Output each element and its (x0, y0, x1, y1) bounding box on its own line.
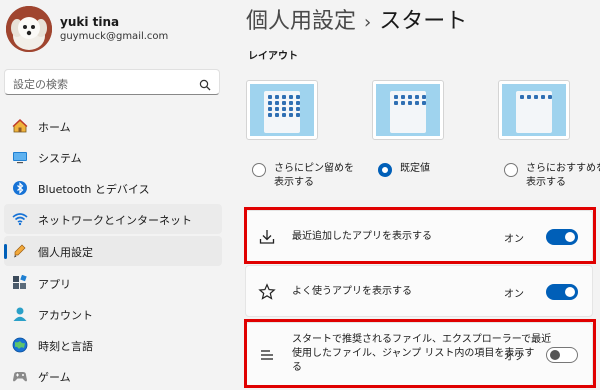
toggle-switch[interactable] (546, 229, 578, 245)
toggle-switch[interactable] (546, 284, 578, 300)
breadcrumb-parent[interactable]: 個人用設定 (246, 9, 356, 34)
sidebar-item-personalization[interactable]: 個人用設定 (4, 236, 222, 266)
section-label-layout: レイアウト (248, 51, 298, 62)
sidebar-item-home[interactable]: ホーム (4, 111, 222, 141)
setting-label: 最近追加したアプリを表示する (292, 231, 432, 242)
radio-label: 既定値 (400, 163, 430, 174)
sidebar-item-label: 個人用設定 (38, 246, 93, 259)
account-icon (12, 306, 28, 322)
sidebar-item-network[interactable]: ネットワークとインターネット (4, 204, 222, 234)
radio-button[interactable] (504, 163, 518, 177)
search-input[interactable]: 設定の検索 (4, 69, 220, 95)
thumb-screen (250, 84, 314, 136)
layout-thumb-default[interactable] (372, 80, 444, 140)
sidebar-item-account[interactable]: アカウント (4, 299, 222, 329)
radio-button[interactable] (252, 163, 266, 177)
radio-button[interactable] (378, 163, 392, 177)
sidebar-item-label: アカウント (38, 309, 93, 322)
home-icon (12, 118, 28, 134)
apps-icon (12, 274, 28, 291)
personalization-icon (12, 243, 28, 259)
thumb-start-panel (264, 91, 300, 133)
layout-thumb-more-recommendations[interactable] (498, 80, 570, 140)
toggle-state-text: オン (504, 234, 524, 245)
user-email: guymuck@gmail.com (60, 31, 169, 42)
toggle-state-text: オフ (504, 352, 524, 363)
sidebar-item-apps[interactable]: アプリ (4, 268, 222, 298)
network-icon (12, 211, 28, 227)
avatar[interactable] (6, 6, 52, 52)
toggle-switch[interactable] (546, 347, 578, 363)
breadcrumb-separator: › (364, 12, 372, 33)
setting-label: よく使うアプリを表示する (292, 286, 412, 297)
setting-recently-added-apps: 最近追加したアプリを表示する オン (245, 210, 593, 262)
main-content: 個人用設定 › スタート レイアウト さらにピン留めを 表示する 既定値 さらに… (226, 0, 600, 390)
radio-label: さらにピン留めを 表示する (274, 163, 354, 188)
search-placeholder: 設定の検索 (13, 78, 68, 91)
breadcrumb: 個人用設定 › スタート (246, 3, 467, 35)
sidebar-item-label: アプリ (38, 278, 71, 291)
layout-thumb-more-pins[interactable] (246, 80, 318, 140)
radio-label: さらにおすすめを 表示する (526, 163, 600, 188)
toggle-knob (565, 232, 575, 242)
sidebar-item-label: 時刻と言語 (38, 340, 93, 353)
system-icon (12, 149, 28, 165)
download-icon (258, 228, 276, 246)
bluetooth-icon (12, 180, 28, 196)
sidebar-item-label: Bluetooth とデバイス (38, 183, 150, 196)
selected-indicator (4, 244, 7, 259)
sidebar-item-label: ゲーム (38, 371, 71, 384)
gaming-icon (12, 368, 28, 384)
star-icon (258, 283, 276, 301)
sidebar-item-label: システム (38, 152, 82, 165)
sidebar-item-system[interactable]: システム (4, 142, 222, 172)
thumb-start-panel (516, 91, 552, 133)
toggle-knob (550, 350, 560, 360)
sidebar: yuki tina guymuck@gmail.com 設定の検索 ホーム シス… (0, 0, 226, 390)
sidebar-item-label: ホーム (38, 121, 71, 134)
list-icon (258, 346, 276, 364)
sidebar-item-bluetooth[interactable]: Bluetooth とデバイス (4, 173, 222, 203)
thumb-start-panel (390, 91, 426, 133)
sidebar-item-label: ネットワークとインターネット (38, 214, 192, 227)
page-title: スタート (379, 9, 468, 34)
sidebar-item-time-language[interactable]: 時刻と言語 (4, 330, 222, 360)
setting-recommended-files: スタートで推奨されるファイル、エクスプローラーで最近 使用したファイル、ジャンプ … (245, 322, 593, 386)
toggle-knob (565, 287, 575, 297)
toggle-state-text: オン (504, 289, 524, 300)
thumb-screen (502, 84, 566, 136)
setting-most-used-apps: よく使うアプリを表示する オン (245, 265, 593, 317)
sidebar-item-gaming[interactable]: ゲーム (4, 361, 222, 390)
thumb-screen (376, 84, 440, 136)
time-language-icon (12, 337, 28, 353)
user-name: yuki tina (60, 15, 120, 29)
search-icon (199, 76, 211, 91)
